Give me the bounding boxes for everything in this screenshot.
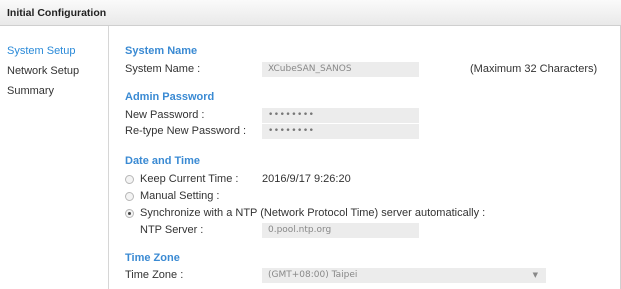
retype-password-label: Re-type New Password : <box>125 125 247 137</box>
new-password-label: New Password : <box>125 109 205 121</box>
panel-header: Initial Configuration <box>0 0 621 26</box>
retype-password-input[interactable]: •••••••• <box>262 124 419 139</box>
manual-setting-radio[interactable] <box>125 191 134 201</box>
keep-current-time-label: Keep Current Time : <box>140 173 239 185</box>
main-content: System Name System Name : XCubeSAN_SANOS… <box>110 26 621 289</box>
admin-password-section-title: Admin Password <box>125 91 215 103</box>
time-zone-select[interactable]: (GMT+08:00) Taipei ▼ <box>262 268 546 283</box>
chevron-down-icon: ▼ <box>532 271 538 279</box>
new-password-input[interactable]: •••••••• <box>262 108 419 123</box>
manual-setting-option[interactable]: Manual Setting : <box>125 189 220 203</box>
keep-current-time-option[interactable]: Keep Current Time : <box>125 172 238 186</box>
ntp-sync-label: Synchronize with a NTP (Network Protocol… <box>140 207 486 219</box>
system-name-input[interactable]: XCubeSAN_SANOS <box>262 62 419 77</box>
ntp-server-label: NTP Server : <box>140 224 204 236</box>
wizard-sidebar: System Setup Network Setup Summary <box>0 26 109 289</box>
system-name-max-note: (Maximum 32 Characters) <box>470 63 598 75</box>
system-name-section-title: System Name <box>125 45 198 57</box>
time-zone-selected-value: (GMT+08:00) Taipei <box>268 270 358 280</box>
current-time-value: 2016/9/17 9:26:20 <box>262 173 351 185</box>
ntp-server-input[interactable]: 0.pool.ntp.org <box>262 223 419 238</box>
sidebar-item-summary[interactable]: Summary <box>7 85 54 97</box>
sidebar-item-system-setup[interactable]: System Setup <box>7 45 75 57</box>
manual-setting-label: Manual Setting : <box>140 190 220 202</box>
sidebar-item-network-setup[interactable]: Network Setup <box>7 65 79 77</box>
ntp-sync-radio[interactable] <box>125 208 134 218</box>
keep-current-time-radio[interactable] <box>125 174 134 184</box>
time-zone-section-title: Time Zone <box>125 252 180 264</box>
ntp-sync-option[interactable]: Synchronize with a NTP (Network Protocol… <box>125 206 485 220</box>
panel-title: Initial Configuration <box>7 7 107 19</box>
date-time-section-title: Date and Time <box>125 155 200 167</box>
time-zone-label: Time Zone : <box>125 269 184 281</box>
system-name-label: System Name : <box>125 63 201 75</box>
